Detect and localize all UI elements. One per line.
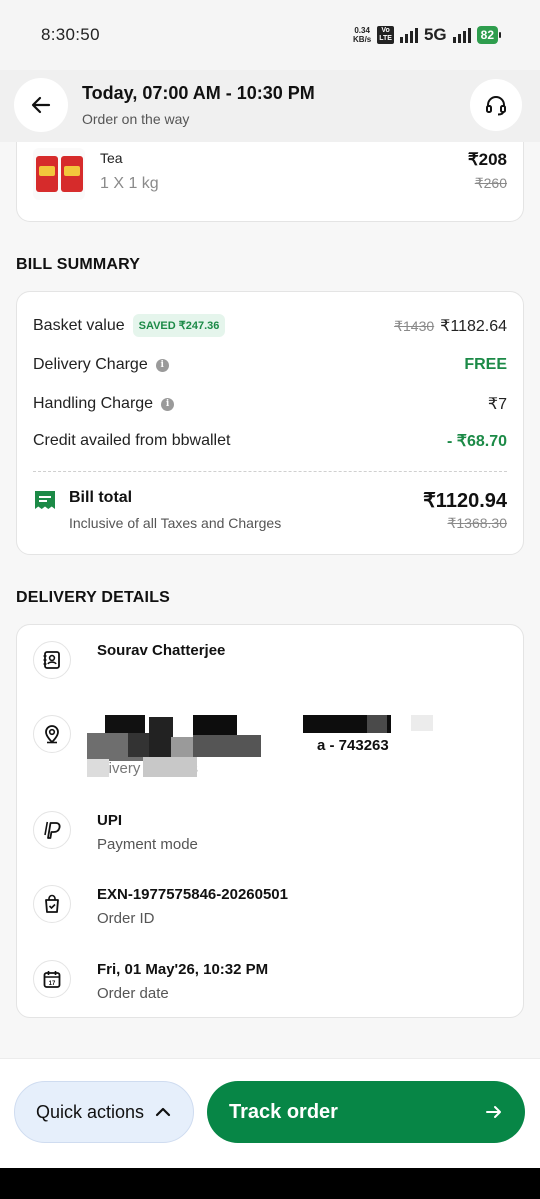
handling-charge-label: Handling Charge <box>33 395 154 412</box>
bottom-action-bar: Quick actions Track order <box>0 1058 540 1168</box>
bill-total-mrp: ₹1368.30 <box>447 515 507 531</box>
basket-mrp: ₹1430 <box>394 317 435 334</box>
delivery-details-title: DELIVERY DETAILS <box>16 589 171 606</box>
receipt-icon <box>35 491 55 509</box>
status-icons: 0.34 KB/s Vo LTE 5G 82 <box>353 24 502 46</box>
order-status: Order on the way <box>82 111 190 127</box>
customer-name-item: Sourav Chatterjee <box>33 641 507 691</box>
wallet-credit-label: Credit availed from bbwallet <box>33 432 231 449</box>
wallet-credit-value: - ₹68.70 <box>447 433 507 450</box>
delivery-details-card: Sourav Chatterjee a - 743263 elivery add… <box>16 624 524 1018</box>
quick-actions-button[interactable]: Quick actions <box>14 1081 194 1143</box>
redaction-block <box>87 759 109 777</box>
arrow-right-icon <box>485 1103 503 1127</box>
basket-value: ₹1182.64 <box>440 317 507 335</box>
delivery-slot-title: Today, 07:00 AM - 10:30 PM <box>82 83 315 103</box>
net-speed-value: 0.34 <box>354 26 370 35</box>
bill-summary-card: Basket value SAVED ₹247.36 ₹1430 ₹1182.64… <box>16 291 524 555</box>
headset-icon <box>486 96 506 116</box>
payment-mode-label: Payment mode <box>97 836 198 853</box>
delivery-charge-value: FREE <box>464 356 507 373</box>
redaction-block <box>143 757 197 777</box>
customer-name: Sourav Chatterjee <box>97 642 226 659</box>
wallet-credit-row: Credit availed from bbwallet - ₹68.70 <box>33 431 507 451</box>
product-image <box>33 148 85 200</box>
product-price: ₹208 <box>467 150 507 169</box>
saved-badge: SAVED ₹247.36 <box>132 314 226 337</box>
address-line: a - 743263 <box>317 737 389 754</box>
payment-method: UPI <box>97 812 123 829</box>
quick-actions-label: Quick actions <box>35 1101 145 1122</box>
redaction-block <box>149 717 173 757</box>
order-date-label: Order date <box>97 985 169 1002</box>
arrow-left-icon <box>31 96 51 114</box>
svg-text:17: 17 <box>49 981 56 987</box>
order-id-label: Order ID <box>97 910 155 927</box>
order-date: Fri, 01 May'26, 10:32 PM <box>97 961 269 978</box>
basket-value-row: Basket value SAVED ₹247.36 ₹1430 ₹1182.64 <box>33 314 507 337</box>
track-order-button[interactable]: Track order <box>207 1081 525 1143</box>
basket-value-label: Basket value <box>33 316 125 334</box>
order-id-item: EXN-1977575846-20260501 Order ID <box>33 885 507 935</box>
product-mrp: ₹260 <box>474 175 507 191</box>
handling-charge-value: ₹7 <box>487 396 507 413</box>
bill-total-label: Bill total <box>69 489 133 506</box>
chevron-up-icon <box>155 1107 171 1117</box>
status-time: 8:30:50 <box>41 25 100 44</box>
back-button[interactable] <box>14 78 68 132</box>
redaction-block <box>171 737 193 757</box>
shopping-bag-icon <box>33 885 71 923</box>
divider <box>33 471 507 472</box>
redaction-block <box>193 735 261 757</box>
order-date-item: 17 Fri, 01 May'26, 10:32 PM Order date <box>33 960 507 1010</box>
track-order-label: Track order <box>229 1101 338 1123</box>
redaction-block <box>411 715 433 731</box>
order-id[interactable]: EXN-1977575846-20260501 <box>97 886 288 903</box>
contact-book-icon <box>33 641 71 679</box>
info-icon[interactable]: i <box>155 358 169 372</box>
network-type: 5G <box>423 25 447 44</box>
volte-top: Vo <box>381 27 390 34</box>
support-button[interactable] <box>470 79 522 131</box>
bill-summary-title: BILL SUMMARY <box>16 256 141 273</box>
net-speed-unit: KB/s <box>353 35 372 44</box>
info-icon[interactable]: i <box>161 397 175 411</box>
product-name: Tea <box>100 150 123 166</box>
volte-icon: Vo LTE <box>377 26 394 44</box>
signal-icon-2 <box>452 27 471 43</box>
delivery-charge-label: Delivery Charge <box>33 356 148 373</box>
net-speed: 0.34 KB/s <box>353 26 371 44</box>
status-bar: 8:30:50 0.34 KB/s Vo LTE 5G 82 <box>0 0 540 70</box>
volte-bottom: LTE <box>379 35 392 42</box>
location-pin-icon <box>33 715 71 753</box>
battery-icon: 82 <box>476 26 502 44</box>
tea-pack-icon <box>60 156 83 192</box>
header: Today, 07:00 AM - 10:30 PM Order on the … <box>0 70 540 142</box>
system-navigation-bar <box>0 1168 540 1199</box>
product-quantity: 1 X 1 kg <box>100 175 159 192</box>
bill-total-value: ₹1120.94 <box>423 490 507 512</box>
delivery-charge-row: Delivery Charge i FREE <box>33 356 507 374</box>
delivery-address-item: a - 743263 elivery address <box>33 715 507 777</box>
handling-charge-row: Handling Charge i ₹7 <box>33 394 507 414</box>
tea-pack-icon <box>35 156 58 192</box>
payment-mode-item: UPI Payment mode <box>33 811 507 861</box>
bill-total-note: Inclusive of all Taxes and Charges <box>69 515 282 531</box>
redaction-block <box>367 715 387 733</box>
paypal-icon <box>33 811 71 849</box>
calendar-icon: 17 <box>33 960 71 998</box>
signal-icon <box>399 27 418 43</box>
